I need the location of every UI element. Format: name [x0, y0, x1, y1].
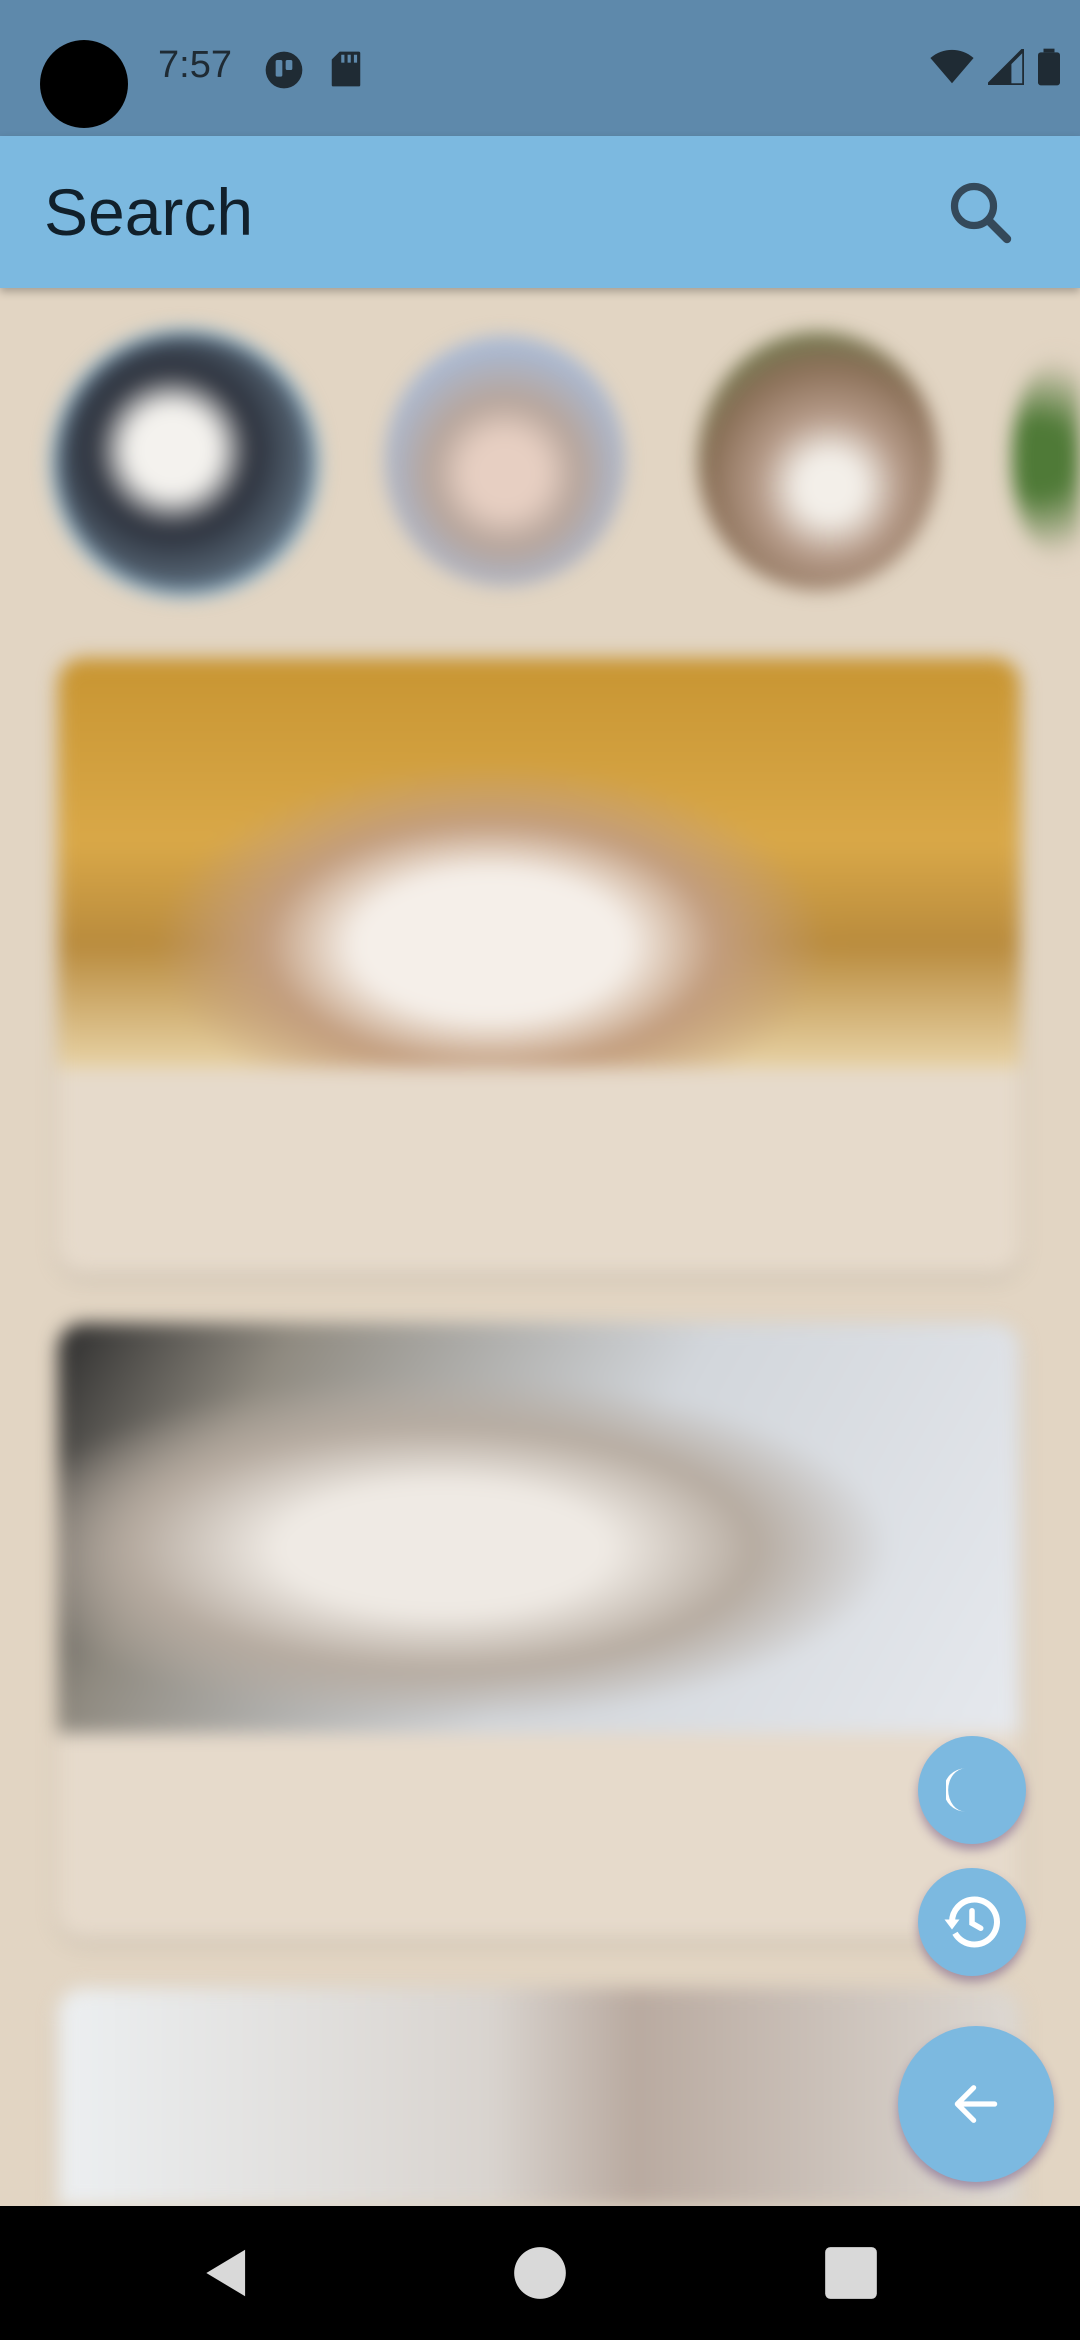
story-avatar[interactable] [50, 328, 320, 598]
wifi-icon [930, 49, 974, 84]
home-circle-icon[interactable] [509, 2242, 571, 2304]
story-avatar[interactable] [385, 336, 625, 586]
post-card[interactable] [58, 1323, 1020, 1938]
post-image [58, 658, 1020, 1068]
screen: 7:57 Search [0, 0, 1080, 2340]
signal-icon [988, 49, 1024, 85]
story-avatar[interactable] [1012, 358, 1080, 558]
system-nav-bar [0, 2206, 1080, 2340]
story-avatar[interactable] [698, 332, 938, 590]
theme-toggle-button[interactable] [918, 1736, 1026, 1844]
post-card[interactable] [58, 658, 1020, 1273]
sd-card-icon [331, 51, 361, 87]
back-button[interactable] [898, 2026, 1054, 2182]
status-right-icons [930, 48, 1060, 86]
app-bar: Search [0, 136, 1080, 288]
battery-icon [1038, 48, 1060, 86]
status-time: 7:57 [158, 44, 232, 86]
tile-icon [265, 51, 303, 89]
status-bar: 7:57 [0, 0, 1080, 136]
page-title: Search [44, 175, 254, 249]
back-triangle-icon[interactable] [196, 2242, 258, 2304]
post-image [58, 1988, 1020, 2206]
post-image [58, 1323, 1020, 1733]
post-card[interactable] [58, 1988, 1020, 2206]
history-button[interactable] [918, 1868, 1026, 1976]
history-icon [944, 1896, 1000, 1948]
camera-cutout [40, 40, 128, 128]
recents-square-icon[interactable] [820, 2242, 882, 2304]
search-icon[interactable] [944, 176, 1016, 248]
arrow-left-icon [954, 2085, 998, 2123]
moon-icon [946, 1768, 966, 1812]
